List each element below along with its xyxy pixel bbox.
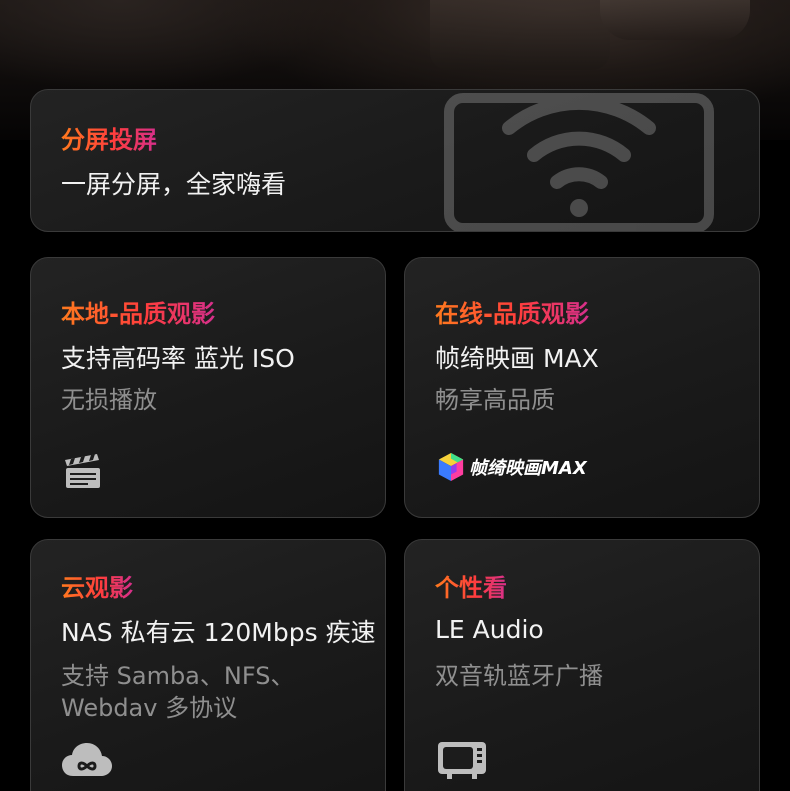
card-split-screen: 分屏投屏 一屏分屏，全家嗨看 <box>30 89 760 232</box>
card-main-text: NAS 私有云 120Mbps 疾速 <box>61 618 376 647</box>
card-title: 在线-品质观影 <box>435 294 589 329</box>
card-sub-text: 无损播放 <box>61 386 157 414</box>
card-sub-text: 畅享高品质 <box>435 386 555 414</box>
card-online-quality: 在线-品质观影 帧绮映画 MAX 畅享高品质 帧绮映画MAX <box>404 257 760 518</box>
page: 分屏投屏 一屏分屏，全家嗨看 本地-品质观影 支持高码率 蓝光 ISO 无损播放… <box>0 0 790 791</box>
card-title: 云观影 <box>61 568 133 603</box>
card-sub-text: 双音轨蓝牙广播 <box>435 662 603 690</box>
cloud-icon <box>62 743 112 776</box>
card-main-text: 帧绮映画 MAX <box>435 344 599 373</box>
card-personal: 个性看 LE Audio 双音轨蓝牙广播 <box>404 539 760 791</box>
card-main-text: 支持高码率 蓝光 ISO <box>61 344 295 373</box>
clapperboard-icon <box>65 454 100 488</box>
card-sub-text: Webdav 多协议 <box>61 694 238 722</box>
card-title: 分屏投屏 <box>61 120 157 155</box>
wifi-cast-icon <box>444 93 714 231</box>
cube-logo-icon <box>438 453 464 481</box>
card-local-quality: 本地-品质观影 支持高码率 蓝光 ISO 无损播放 <box>30 257 386 518</box>
brand-label: 帧绮映画MAX <box>469 458 587 479</box>
brand-logo: 帧绮映画MAX <box>437 452 587 482</box>
card-sub-text: 支持 Samba、NFS、 <box>61 662 295 690</box>
tv-icon <box>438 742 486 779</box>
sofa-shape <box>600 0 750 40</box>
card-title: 个性看 <box>435 568 507 603</box>
card-main-text: 一屏分屏，全家嗨看 <box>61 170 287 199</box>
sofa-shape <box>430 0 610 70</box>
card-main-text: LE Audio <box>435 615 544 644</box>
card-title: 本地-品质观影 <box>61 294 215 329</box>
card-cloud: 云观影 NAS 私有云 120Mbps 疾速 支持 Samba、NFS、 Web… <box>30 539 386 791</box>
